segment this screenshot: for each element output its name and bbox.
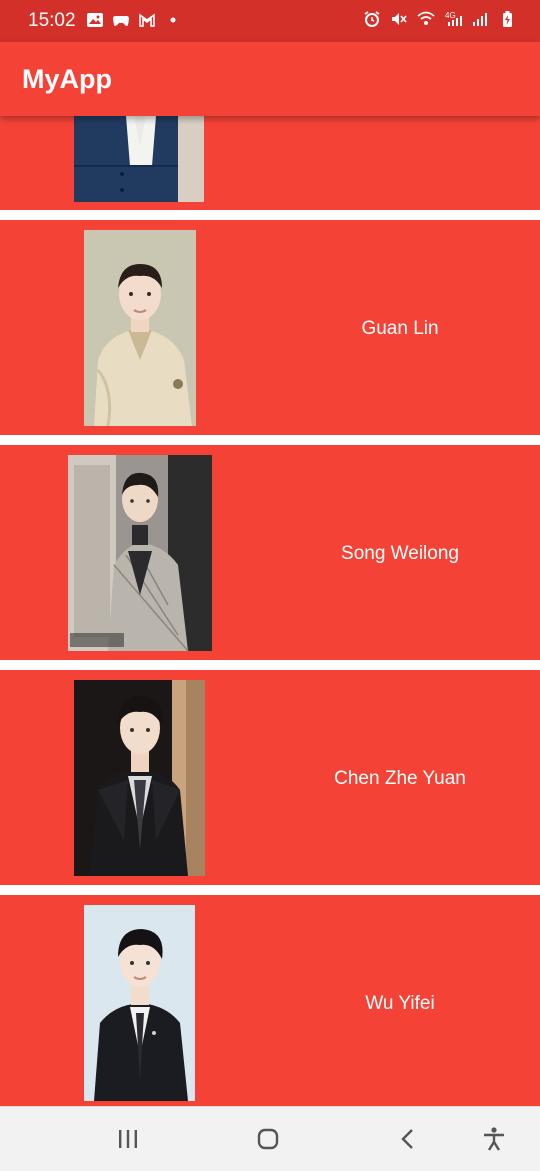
status-bar: 15:02 4G <box>0 0 540 42</box>
wifi-icon <box>417 11 435 25</box>
person-photo <box>74 680 205 876</box>
recent-apps-button[interactable] <box>114 1125 142 1153</box>
status-system-icons: 4G <box>363 10 516 28</box>
signal-icon <box>473 13 487 26</box>
accessibility-button[interactable] <box>480 1125 508 1153</box>
alarm-icon <box>364 11 380 27</box>
gmail-icon <box>139 13 155 27</box>
accessibility-icon <box>484 1127 504 1151</box>
home-icon <box>257 1128 279 1150</box>
list-item[interactable] <box>0 116 540 210</box>
battery-charging-icon <box>503 11 512 27</box>
person-name: Chen Zhe Yuan <box>334 768 466 789</box>
list-item[interactable]: Chen Zhe Yuan <box>0 670 540 885</box>
home-button[interactable] <box>254 1125 282 1153</box>
person-name: Guan Lin <box>361 318 439 339</box>
person-photo <box>84 905 195 1101</box>
person-name: Wu Yifei <box>365 993 435 1014</box>
dot-icon <box>170 17 176 23</box>
recent-apps-icon <box>119 1130 137 1148</box>
status-time: 15:02 <box>28 10 76 31</box>
back-button[interactable] <box>394 1125 422 1153</box>
image-icon <box>87 13 103 27</box>
list-item[interactable]: Guan Lin <box>0 220 540 435</box>
person-photo <box>74 116 204 202</box>
mute-icon <box>392 13 407 25</box>
system-navigation-bar <box>0 1106 540 1171</box>
list-item[interactable]: Wu Yifei <box>0 895 540 1106</box>
list-item[interactable]: Song Weilong <box>0 445 540 660</box>
person-photo <box>84 230 196 426</box>
signal-4g-icon: 4G <box>445 11 462 26</box>
app-title: MyApp <box>22 64 112 94</box>
person-name: Song Weilong <box>341 543 459 564</box>
svg-text:4G: 4G <box>445 11 456 20</box>
person-photo <box>68 455 212 651</box>
celebrity-list[interactable]: Guan Lin Song Weilong Chen Zhe Yuan Wu Y… <box>0 116 540 1106</box>
app-bar: MyApp <box>0 42 540 116</box>
back-icon <box>401 1129 413 1149</box>
game-controller-icon <box>113 16 129 26</box>
status-notification-icons <box>86 11 182 29</box>
